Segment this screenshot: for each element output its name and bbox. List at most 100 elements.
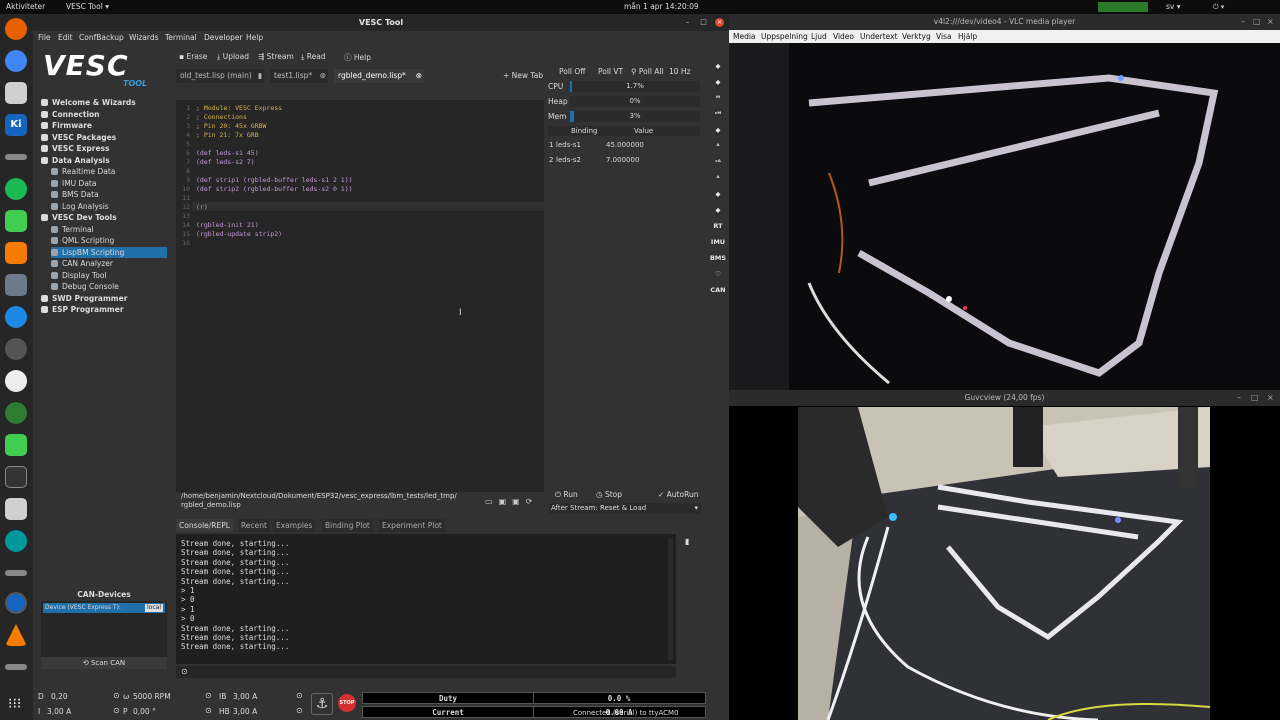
after-stream-select[interactable]: After Stream: Reset & Load ▾ (549, 503, 701, 514)
nav-item-terminal[interactable]: Terminal (51, 224, 167, 235)
nav-item-qml-scripting[interactable]: QML Scripting (51, 235, 167, 246)
open-file-icon[interactable]: ▭ (485, 497, 499, 506)
nav-item-log-analysis[interactable]: Log Analysis (51, 201, 167, 212)
repl-input[interactable]: ⊙ (176, 666, 676, 678)
nav-item-lispbm-scripting[interactable]: LispBM Scripting (51, 246, 167, 258)
maximize-icon[interactable]: □ (699, 18, 708, 27)
arduino-icon[interactable] (5, 530, 27, 552)
tab-experiment-plot[interactable]: Experiment Plot (379, 519, 445, 532)
vlc-menu-tools[interactable]: Verktyg (902, 32, 931, 41)
hb-input[interactable]: 3,00 A (233, 707, 257, 716)
nav-item-debug-console[interactable]: Debug Console (51, 281, 167, 292)
read-button[interactable]: ⤓ Read (301, 52, 326, 62)
tab-examples[interactable]: Examples (273, 519, 316, 532)
stream-button[interactable]: ⇶ Stream (258, 52, 294, 61)
nav-item-realtime-data[interactable]: Realtime Data (51, 166, 167, 177)
menu-terminal[interactable]: Terminal (165, 33, 197, 42)
close-icon[interactable]: × (715, 18, 724, 27)
nav-item-display-tool[interactable]: Display Tool (51, 270, 167, 281)
minimize-icon[interactable]: – (1241, 17, 1245, 26)
qt-creator-icon[interactable] (5, 210, 27, 232)
imu-icon[interactable]: IMU (708, 238, 728, 246)
qt-icon[interactable] (5, 434, 27, 456)
scan-can-button[interactable]: ⟲ Scan CAN (41, 657, 167, 669)
app-config-icon[interactable]: ᴬ (708, 174, 728, 182)
show-apps-icon[interactable]: ⁝⁝⁝ (8, 696, 21, 712)
can-device-item[interactable]: Device (VESC Express T): local (43, 603, 165, 613)
power-icon[interactable]: ⏻ ▾ (1213, 3, 1253, 11)
erase-button[interactable]: ▪ Erase (179, 52, 207, 61)
nav-item-welcome-wizards[interactable]: Welcome & Wizards (41, 97, 167, 108)
app-icon[interactable] (5, 498, 27, 520)
stop-button[interactable]: ◷ Stop (596, 490, 622, 499)
tab-close-icon[interactable]: ⊗ (320, 69, 326, 83)
help-button[interactable]: ⓘ Help (344, 52, 371, 63)
console-scrollbar[interactable] (668, 538, 673, 660)
terminal-icon[interactable] (5, 154, 27, 160)
minimize-icon[interactable]: – (683, 18, 692, 27)
vlc-icon[interactable] (5, 624, 27, 646)
vlc-menu-subtitle[interactable]: Undertext (860, 32, 898, 41)
binding-row[interactable]: 1 leds-s1 45.000000 (548, 140, 700, 152)
tab-close-icon[interactable]: ⊗ (416, 69, 422, 83)
minimize-icon[interactable]: – (1237, 393, 1241, 402)
tab-rgbled-demo[interactable]: rgbled_demo.lisp* ⊗ (334, 69, 424, 83)
menu-edit[interactable]: Edit (58, 33, 73, 42)
app-icon[interactable] (5, 306, 27, 328)
terminal-icon[interactable] (5, 466, 27, 488)
poll-vt-button[interactable]: Poll VT (598, 67, 623, 76)
menu-help[interactable]: Help (246, 33, 263, 42)
rpm-input[interactable]: 5000 RPM (133, 692, 171, 701)
app-icon[interactable] (5, 402, 27, 424)
vlc-menu-media[interactable]: Media (733, 32, 756, 41)
binding-row[interactable]: 2 leds-s2 7.000000 (548, 155, 700, 167)
refresh-icon[interactable]: ⟳ (526, 497, 539, 506)
kicad-icon[interactable]: Ki (5, 114, 27, 136)
app-config-icon[interactable]: ◆ (708, 126, 728, 134)
rt-data-icon[interactable]: RT (708, 222, 728, 230)
anchor-button[interactable]: ⚓ (311, 693, 333, 715)
firefox-icon[interactable] (5, 18, 27, 40)
maximize-icon[interactable]: □ (1251, 393, 1259, 402)
vlc-menu-help[interactable]: Hjälp (958, 32, 977, 41)
ib-input[interactable]: 3,00 A (233, 692, 257, 701)
vlc-menu-view[interactable]: Visa (936, 32, 952, 41)
nav-item-connection[interactable]: Connection (41, 109, 167, 120)
tab-binding-plot[interactable]: Binding Plot (322, 519, 373, 532)
webcam-icon[interactable] (5, 370, 27, 392)
tab-console-repl[interactable]: Console/REPL (176, 519, 233, 532)
maximize-icon[interactable]: □ (1253, 17, 1261, 26)
image-viewer-icon[interactable] (5, 274, 27, 296)
menu-file[interactable]: File (38, 33, 51, 42)
heart-icon[interactable]: ♡ (708, 270, 728, 278)
gamepad-icon[interactable]: ◆ (708, 206, 728, 214)
app-icon[interactable] (5, 338, 27, 360)
play-icon[interactable]: ⊙ (205, 691, 212, 700)
menu-wizards[interactable]: Wizards (129, 33, 159, 42)
app-config-icon[interactable]: ᴬ (708, 142, 728, 150)
nav-item-can-analyzer[interactable]: CAN Analyzer (51, 258, 167, 269)
vlc-menu-video[interactable]: Video (833, 32, 854, 41)
chrome-icon[interactable] (5, 50, 27, 72)
poll-off-button[interactable]: Poll Off (559, 67, 585, 76)
vlc-menu-audio[interactable]: Ljud (811, 32, 827, 41)
nav-item-data-analysis[interactable]: Data Analysis (41, 155, 167, 166)
app-menu[interactable]: VESC Tool ▾ (66, 2, 109, 11)
language-indicator[interactable]: sv ▾ (1166, 2, 1181, 11)
run-button[interactable]: ⏻ Run (555, 490, 578, 500)
nav-item-swd-programmer[interactable]: SWD Programmer (41, 293, 167, 304)
network-icon[interactable]: ◆ (708, 190, 728, 198)
upload-button[interactable]: ⤓ Upload (217, 52, 249, 62)
nav-item-vesc-packages[interactable]: VESC Packages (41, 132, 167, 143)
position-input[interactable]: 0,00 ° (133, 707, 156, 716)
app-icon[interactable] (5, 570, 27, 576)
nav-item-imu-data[interactable]: IMU Data (51, 178, 167, 189)
can-icon[interactable]: CAN (708, 286, 728, 294)
code-editor[interactable]: 1 ; Module: VESC Express 2 ; Connections 3 ; … (176, 100, 544, 492)
nav-item-vesc-express[interactable]: VESC Express (41, 143, 167, 154)
menu-developer[interactable]: Developer (204, 33, 243, 42)
current-input[interactable]: 3,00 A (47, 707, 71, 716)
tab-old-test[interactable]: old_test.lisp (main) ▮ (176, 69, 264, 83)
close-icon[interactable]: × (1267, 393, 1274, 402)
wrench-icon[interactable]: ◆ (708, 78, 728, 86)
